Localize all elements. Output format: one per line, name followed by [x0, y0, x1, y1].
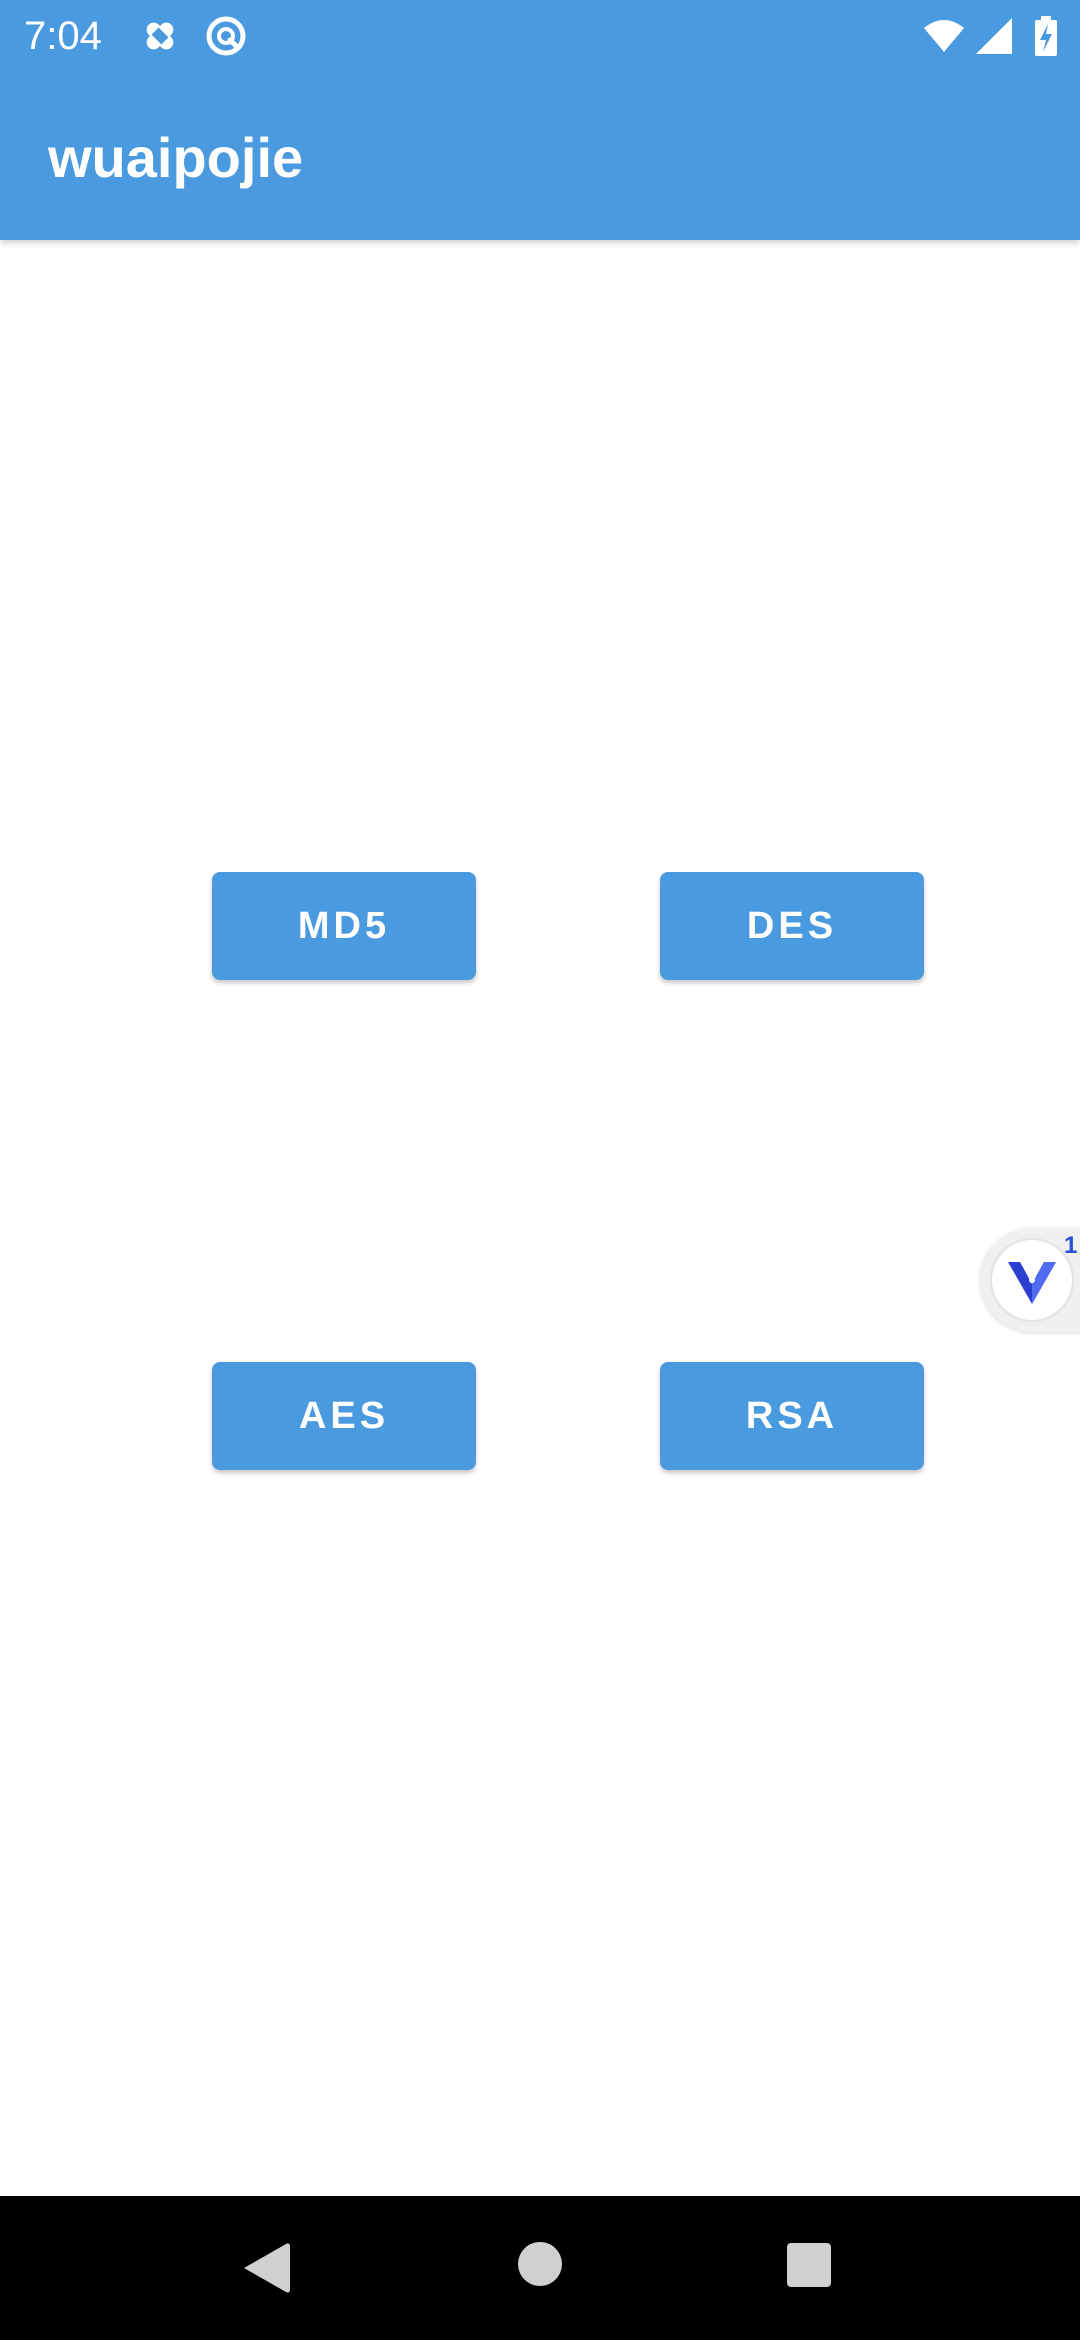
bandage-icon	[146, 22, 174, 50]
floating-widget[interactable]: 1	[980, 1228, 1080, 1332]
app-bar: 7:04 wuaipojie	[0, 0, 1080, 240]
floating-widget-badge: 1	[1064, 1232, 1078, 1259]
des-button[interactable]: DES	[660, 872, 924, 980]
circle-slash-icon	[206, 16, 246, 56]
wifi-icon	[924, 20, 964, 52]
battery-charging-icon	[1035, 16, 1057, 56]
status-bar: 7:04	[0, 0, 1080, 72]
cellular-signal-icon	[976, 18, 1012, 54]
app-screen: 7:04 wuaipojie MD5 DES AES RSA 1	[0, 0, 1080, 2340]
v-logo-icon	[1008, 1262, 1056, 1304]
home-icon[interactable]	[516, 2240, 564, 2288]
status-time: 7:04	[24, 14, 102, 58]
back-icon[interactable]	[240, 2240, 292, 2296]
rsa-button[interactable]: RSA	[660, 1362, 924, 1470]
navigation-bar	[0, 2196, 1080, 2340]
floating-widget-circle	[990, 1238, 1074, 1322]
md5-button[interactable]: MD5	[212, 872, 476, 980]
recents-icon[interactable]	[786, 2242, 832, 2288]
aes-button[interactable]: AES	[212, 1362, 476, 1470]
app-title: wuaipojie	[48, 126, 304, 189]
